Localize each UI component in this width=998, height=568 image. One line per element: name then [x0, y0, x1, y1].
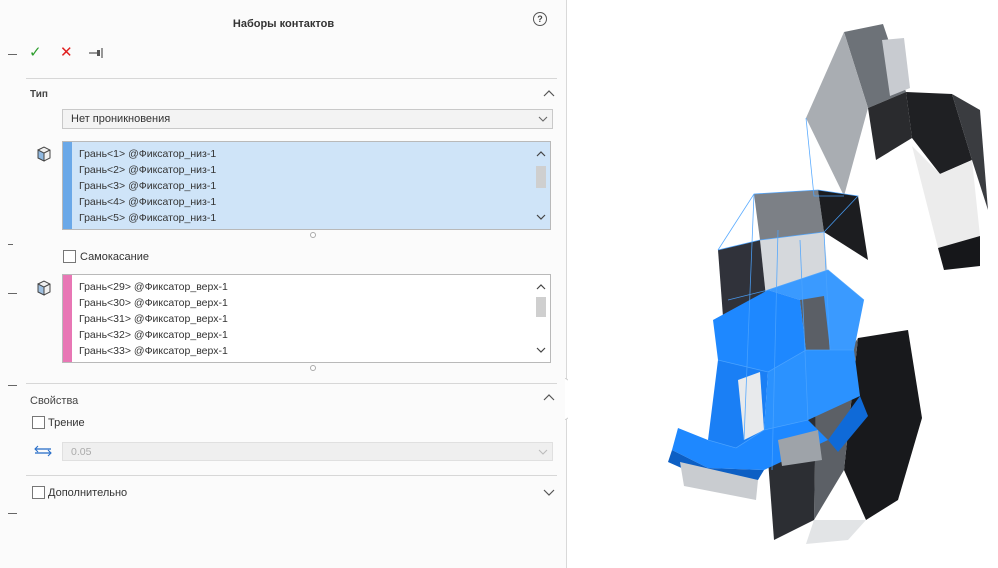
set2-color-stripe — [63, 275, 72, 362]
pin-icon — [89, 48, 103, 58]
list-item[interactable]: Грань<5> @Фиксатор_низ-1 — [79, 210, 519, 226]
close-icon: ✕ — [60, 44, 73, 61]
resize-handle[interactable] — [310, 365, 316, 371]
advanced-label: Дополнительно — [48, 487, 128, 499]
list-item[interactable]: Грань<32> @Фиксатор_верх-1 — [79, 327, 519, 343]
list-scrollbar[interactable] — [534, 144, 548, 227]
panel-edge-tick — [8, 244, 13, 245]
ok-button[interactable]: ✓ — [29, 45, 45, 61]
friction-checkbox[interactable] — [32, 416, 45, 429]
resize-handle[interactable] — [310, 232, 316, 238]
list-item[interactable]: Грань<1> @Фиксатор_низ-1 — [79, 146, 519, 162]
face-set-icon — [37, 146, 51, 162]
self-contact-checkbox[interactable] — [63, 250, 76, 263]
panel-edge-tick — [8, 293, 17, 294]
separator — [26, 383, 557, 384]
list-item[interactable]: Грань<31> @Фиксатор_верх-1 — [79, 311, 519, 327]
chevron-up-icon[interactable] — [543, 89, 555, 99]
list-item[interactable]: Грань<30> @Фиксатор_верх-1 — [79, 295, 519, 311]
chevron-down-icon[interactable] — [543, 487, 555, 497]
list-item[interactable]: Грань<29> @Фиксатор_верх-1 — [79, 279, 519, 295]
list-item[interactable]: Грань<4> @Фиксатор_низ-1 — [79, 194, 519, 210]
separator — [26, 475, 557, 476]
panel-title: Наборы контактов — [232, 18, 335, 30]
checkmark-icon: ✓ — [29, 44, 42, 61]
face-set-icon — [37, 280, 51, 296]
list-scrollbar[interactable] — [534, 277, 548, 360]
chevron-down-icon — [538, 449, 548, 455]
friction-label: Трение — [48, 417, 85, 429]
question-icon[interactable]: ? — [533, 12, 547, 26]
set1-face-list[interactable]: Грань<1> @Фиксатор_низ-1 Грань<2> @Фикса… — [62, 141, 551, 230]
section-title-properties: Свойства — [30, 395, 79, 407]
chevron-up-icon[interactable] — [543, 393, 555, 403]
cancel-button[interactable]: ✕ — [60, 45, 76, 61]
list-item[interactable]: Грань<2> @Фиксатор_низ-1 — [79, 162, 519, 178]
contact-type-select[interactable]: Нет проникновения — [62, 109, 553, 129]
fixture-3d-model[interactable] — [568, 0, 998, 568]
contact-type-value: Нет проникновения — [71, 113, 171, 125]
separator — [26, 78, 557, 79]
friction-coefficient-field[interactable]: 0.05 — [62, 442, 553, 461]
set1-color-stripe — [63, 142, 72, 229]
panel-edge-tick — [8, 513, 17, 514]
list-item[interactable]: Грань<33> @Фиксатор_верх-1 — [79, 343, 519, 359]
graphics-viewport[interactable] — [568, 0, 998, 568]
advanced-checkbox[interactable] — [32, 486, 45, 499]
friction-coefficient-value: 0.05 — [71, 446, 92, 458]
pin-button[interactable] — [88, 47, 106, 59]
set2-face-list[interactable]: Грань<29> @Фиксатор_верх-1 Грань<30> @Фи… — [62, 274, 551, 363]
section-title-type: Тип — [30, 89, 48, 100]
property-manager-panel: Наборы контактов ? ✓ ✕ Тип Нет проникнов… — [0, 0, 567, 568]
self-contact-label: Самокасание — [80, 251, 149, 263]
chevron-down-icon — [538, 116, 548, 122]
panel-edge-tick — [8, 54, 17, 55]
friction-icon — [34, 445, 52, 457]
panel-edge-tick — [8, 385, 17, 386]
list-item[interactable]: Грань<3> @Фиксатор_низ-1 — [79, 178, 519, 194]
